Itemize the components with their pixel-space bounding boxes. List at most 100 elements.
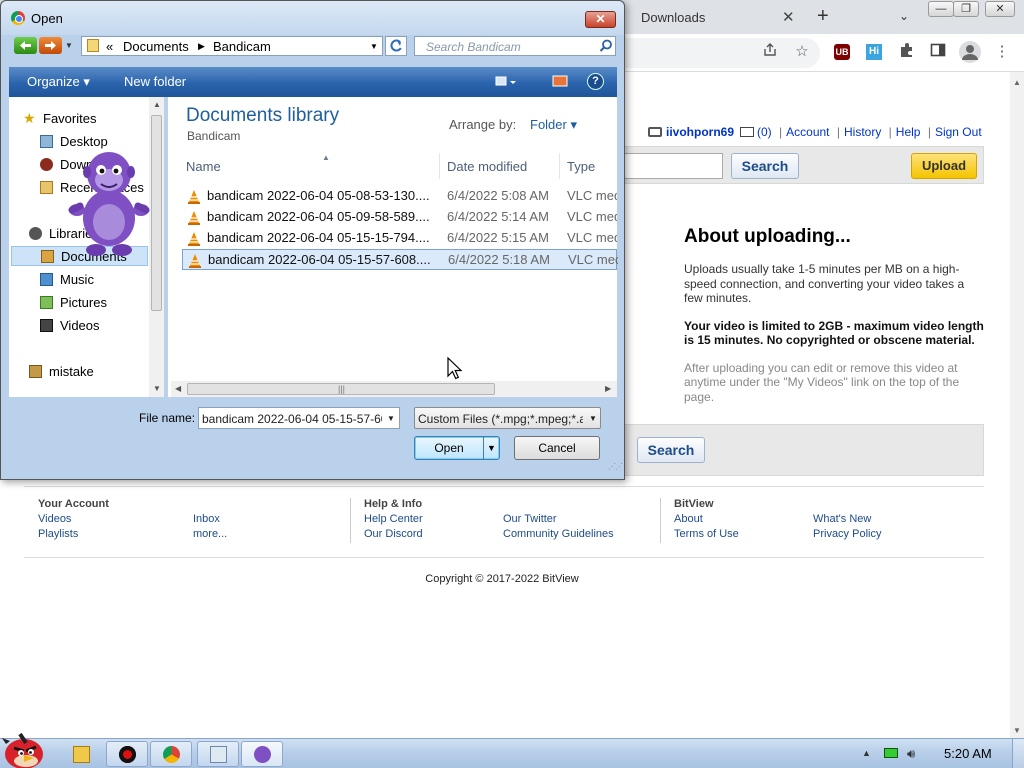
mail-icon[interactable]	[740, 126, 755, 137]
nav-videos[interactable]: Videos	[9, 316, 149, 336]
username-link[interactable]: iivohporn69	[666, 125, 734, 139]
tab-close-icon[interactable]: ✕	[782, 8, 795, 26]
footer-link-playlists[interactable]: Playlists	[38, 528, 78, 540]
taskbar-clock[interactable]: 5:20 AM	[944, 746, 992, 761]
lower-search-button[interactable]: Search	[637, 437, 705, 463]
help-link[interactable]: Help	[896, 125, 921, 139]
scroll-right-icon[interactable]: ▶	[605, 384, 611, 393]
show-hidden-icons[interactable]: ▲	[862, 748, 871, 758]
taskbar-chrome-button[interactable]	[150, 741, 192, 767]
minimize-button[interactable]: —	[928, 1, 954, 17]
organize-menu[interactable]: Organize ▾	[27, 74, 90, 90]
network-icon[interactable]	[884, 748, 898, 758]
site-search-button[interactable]: Search	[731, 153, 799, 179]
file-name-input[interactable]: bandicam 2022-06-04 05-15-57-60 ▼	[198, 407, 400, 429]
tab-downloads[interactable]: Downloads ✕	[618, 0, 808, 34]
recent-locations-icon[interactable]: ▼	[65, 41, 73, 50]
file-row[interactable]: bandicam 2022-06-04 05-09-58-589.... 6/4…	[182, 207, 617, 228]
taskbar-bonzi-button[interactable]	[241, 741, 283, 767]
nav-favorites[interactable]: ★ Favorites	[9, 109, 149, 129]
footer-link-privacy[interactable]: Privacy Policy	[813, 528, 881, 540]
browser-menu-icon[interactable]: ⋮	[992, 42, 1012, 62]
new-tab-button[interactable]: +	[817, 5, 829, 28]
scroll-left-icon[interactable]: ◀	[175, 384, 181, 393]
refresh-button[interactable]	[385, 36, 407, 56]
restore-button[interactable]: ❐	[953, 1, 979, 17]
extensions-puzzle-icon[interactable]	[897, 42, 917, 62]
start-button-angry-bird-icon[interactable]	[0, 730, 48, 768]
new-folder-button[interactable]: New folder	[124, 74, 186, 89]
scroll-thumb[interactable]: |||	[187, 383, 495, 395]
open-button[interactable]: Open ▼	[414, 436, 500, 460]
preview-pane-icon[interactable]	[552, 75, 568, 90]
back-button[interactable]	[14, 37, 37, 54]
hi-extension-icon[interactable]: Hi	[866, 44, 882, 60]
column-divider[interactable]	[439, 153, 440, 179]
dialog-close-button[interactable]: ✕	[585, 11, 616, 28]
path-overflow[interactable]: «	[106, 39, 113, 54]
browser-close-button[interactable]: ✕	[985, 1, 1015, 17]
dialog-address-bar[interactable]: « Documents ▶ Bandicam ▼	[81, 36, 383, 56]
footer-link-whats-new[interactable]: What's New	[813, 513, 871, 525]
nav-pictures[interactable]: Pictures	[9, 293, 149, 313]
sign-out-link[interactable]: Sign Out	[935, 125, 982, 139]
account-link[interactable]: Account	[786, 125, 829, 139]
footer-link-inbox[interactable]: Inbox	[193, 513, 220, 525]
scroll-down-icon[interactable]: ▼	[153, 384, 161, 393]
change-view-icon[interactable]	[495, 75, 517, 92]
scroll-down-icon[interactable]: ▼	[1013, 726, 1021, 735]
share-icon[interactable]	[760, 42, 780, 62]
file-type-filter-select[interactable]: Custom Files (*.mpg;*.mpeg;*.avi;*.mp4) …	[414, 407, 601, 429]
inbox-count-link[interactable]: (0)	[757, 125, 772, 139]
tab-search-icon[interactable]: ⌄	[899, 9, 909, 23]
footer-link-guidelines[interactable]: Community Guidelines	[503, 528, 614, 540]
breadcrumb-separator-icon[interactable]: ▶	[198, 41, 205, 52]
cancel-button[interactable]: Cancel	[514, 436, 600, 460]
column-header-name[interactable]: Name	[186, 159, 221, 174]
scroll-up-icon[interactable]: ▲	[1013, 78, 1021, 87]
address-dropdown-icon[interactable]: ▼	[370, 42, 378, 51]
breadcrumb-bandicam[interactable]: Bandicam	[213, 39, 271, 54]
side-panel-icon[interactable]	[928, 42, 948, 62]
scroll-up-icon[interactable]: ▲	[153, 100, 161, 109]
footer-link-help-center[interactable]: Help Center	[364, 513, 423, 525]
open-options-icon[interactable]: ▼	[487, 437, 496, 459]
site-search-input[interactable]	[622, 153, 723, 179]
footer-link-more[interactable]: more...	[193, 528, 227, 540]
footer-link-terms[interactable]: Terms of Use	[674, 528, 739, 540]
dialog-search-input[interactable]: Search Bandicam	[414, 36, 616, 56]
footer-link-about[interactable]: About	[674, 513, 703, 525]
resize-grip-icon[interactable]: ⋰⋰	[608, 462, 623, 471]
footer-link-discord[interactable]: Our Discord	[364, 528, 423, 540]
dialog-titlebar[interactable]: Open ✕	[1, 1, 624, 35]
navigation-scrollbar[interactable]: ▲ ▼	[149, 97, 164, 397]
file-row[interactable]: bandicam 2022-06-04 05-08-53-130.... 6/4…	[182, 186, 617, 207]
address-bar[interactable]	[620, 38, 820, 68]
column-divider[interactable]	[559, 153, 560, 179]
chevron-down-icon[interactable]: ▼	[387, 414, 395, 423]
profile-avatar-icon[interactable]	[959, 41, 981, 63]
taskbar-notepad-button[interactable]	[197, 741, 239, 767]
footer-link-videos[interactable]: Videos	[38, 513, 71, 525]
upload-button[interactable]: Upload	[911, 153, 977, 179]
forward-button[interactable]	[39, 37, 62, 54]
nav-mistake[interactable]: mistake	[9, 362, 149, 382]
search-icon[interactable]	[599, 39, 613, 53]
taskbar-explorer-button[interactable]	[60, 741, 102, 767]
column-header-type[interactable]: Type	[567, 159, 595, 174]
footer-link-twitter[interactable]: Our Twitter	[503, 513, 557, 525]
bonzi-buddy-icon[interactable]	[68, 146, 150, 258]
bookmark-star-icon[interactable]: ☆	[792, 42, 812, 62]
help-icon[interactable]: ?	[587, 73, 604, 90]
ublock-extension-icon[interactable]: UB	[834, 44, 850, 60]
nav-music[interactable]: Music	[9, 270, 149, 290]
taskbar-bandicam-button[interactable]	[106, 741, 148, 767]
file-row-selected[interactable]: bandicam 2022-06-04 05-15-57-608.... 6/4…	[182, 249, 618, 270]
file-row[interactable]: bandicam 2022-06-04 05-15-15-794.... 6/4…	[182, 228, 617, 249]
page-scrollbar[interactable]: ▲ ▼	[1010, 72, 1024, 738]
history-link[interactable]: History	[844, 125, 881, 139]
column-header-date[interactable]: Date modified	[447, 159, 527, 174]
show-desktop-button[interactable]	[1012, 739, 1024, 768]
file-list-horizontal-scrollbar[interactable]: ◀ ||| ▶	[171, 381, 617, 397]
breadcrumb-documents[interactable]: Documents	[123, 39, 189, 54]
